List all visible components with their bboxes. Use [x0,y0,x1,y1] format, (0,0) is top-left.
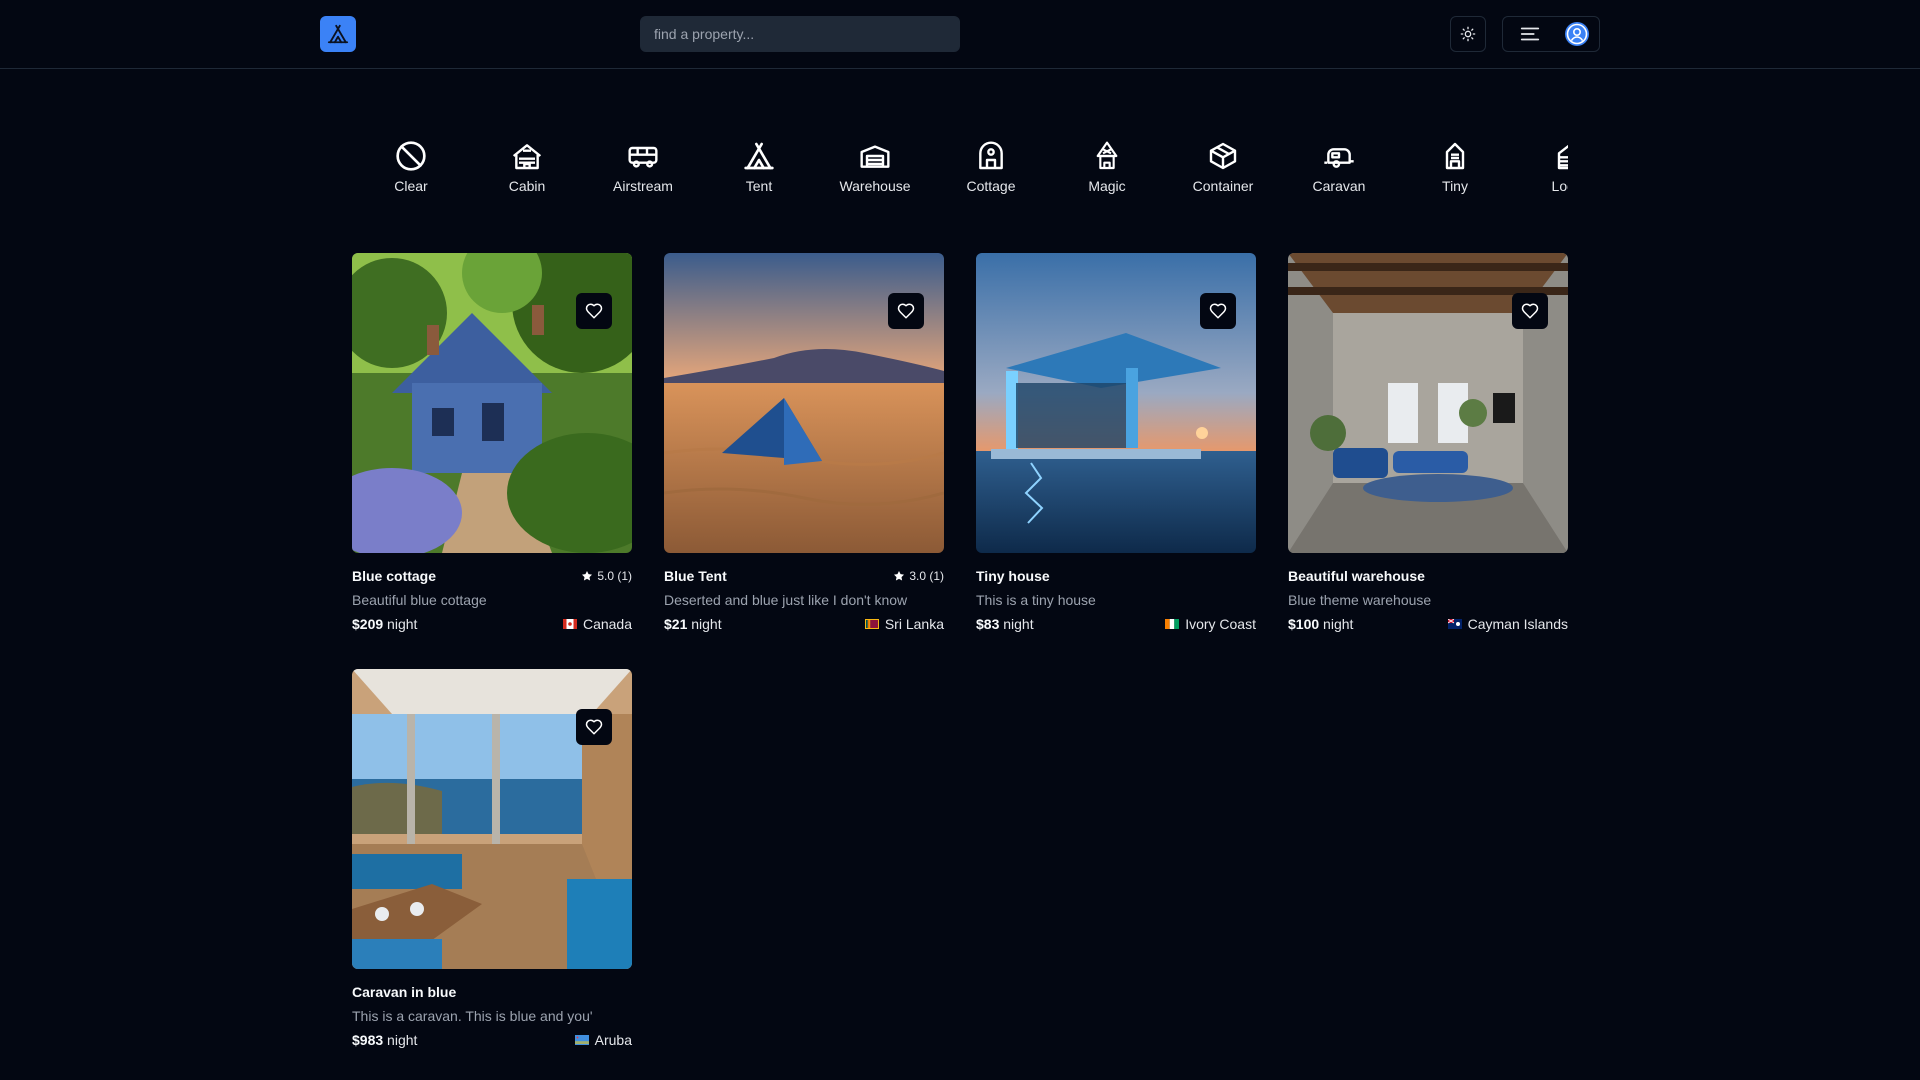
category-cabin[interactable]: Cabin [469,140,585,210]
warehouse-icon [860,145,890,168]
user-menu-button[interactable] [1502,16,1600,52]
category-airstream[interactable]: Airstream [585,140,701,210]
cabin-icon [512,144,542,170]
property-card[interactable]: Blue Tent 3.0 (1) Deserted and blue just… [664,253,944,653]
category-label: Caravan [1312,178,1366,194]
heart-icon [897,303,915,319]
category-container[interactable]: Container [1165,140,1281,210]
theme-toggle-button[interactable] [1450,16,1486,52]
search-input[interactable] [640,16,960,52]
property-country: Cayman Islands [1447,616,1568,632]
property-description: This is a caravan. This is blue and you' [352,1008,593,1024]
property-card[interactable]: Tiny house This is a tiny house $83 nigh… [976,253,1256,653]
category-tent[interactable]: Tent [701,140,817,210]
property-card[interactable]: Beautiful warehouse Blue theme warehouse… [1288,253,1568,653]
category-label: Cabin [508,178,546,194]
category-label: Clear [394,178,428,194]
property-rating: 3.0 (1) [893,569,944,583]
property-description: Deserted and blue just like I don't know [664,592,908,608]
heart-icon [1209,303,1227,319]
star-icon [894,571,905,581]
category-label: Lodge [1551,178,1568,194]
property-title: Tiny house [976,568,1050,584]
aruba-flag-icon [574,1035,589,1045]
property-price: $100 night [1288,616,1354,632]
property-price: $209 night [352,616,418,632]
property-description: Beautiful blue cottage [352,592,487,608]
favorite-button[interactable] [1512,293,1548,329]
category-lodge[interactable]: Lodge [1513,140,1568,210]
property-image[interactable] [352,253,632,553]
user-avatar-icon [1565,22,1589,46]
category-label: Tent [745,178,773,194]
property-card[interactable]: Blue cottage 5.0 (1) Beautiful blue cott… [352,253,632,653]
property-image[interactable] [352,669,632,969]
heart-icon [585,303,603,319]
category-clear[interactable]: Clear [353,140,469,210]
cottage-icon [979,141,1003,170]
property-description: This is a tiny house [976,592,1096,608]
ivory-coast-flag-icon [1165,619,1180,629]
tent-icon [744,142,774,170]
category-label: Warehouse [839,178,911,194]
tent-logo-icon [327,24,349,44]
category-label: Tiny [1442,178,1468,194]
navbar [0,0,1920,69]
favorite-button[interactable] [576,293,612,329]
cayman-islands-flag-icon [1447,619,1462,629]
heart-icon [1521,303,1539,319]
sri-lanka-flag-icon [864,619,879,629]
property-country: Sri Lanka [864,616,944,632]
property-title: Blue cottage [352,568,437,584]
lodge-icon [1557,144,1568,170]
property-description: Blue theme warehouse [1288,592,1432,608]
rating-value: 5.0 (1) [597,569,632,583]
category-cottage[interactable]: Cottage [933,140,1049,210]
property-image[interactable] [664,253,944,553]
ban-icon [396,141,426,171]
magic-icon [1096,141,1118,170]
category-label: Cottage [966,178,1016,194]
property-title: Beautiful warehouse [1288,568,1425,584]
property-rating: 5.0 (1) [581,569,632,583]
property-image[interactable] [976,253,1256,553]
property-country: Canada [562,616,632,632]
category-bar: Clear Cabin Airstream Tent Warehouse Cot… [353,140,1568,210]
property-country: Ivory Coast [1165,616,1256,632]
property-card[interactable]: Caravan in blue This is a caravan. This … [352,669,632,1069]
caravan-icon [1324,148,1354,168]
property-image[interactable] [1288,253,1568,553]
canada-flag-icon [562,619,577,629]
heart-icon [585,719,603,735]
category-magic[interactable]: Magic [1049,140,1165,210]
hamburger-icon [1520,27,1540,41]
property-price: $983 night [352,1032,418,1048]
category-tiny[interactable]: Tiny [1397,140,1513,210]
category-warehouse[interactable]: Warehouse [817,140,933,210]
category-caravan[interactable]: Caravan [1281,140,1397,210]
favorite-button[interactable] [888,293,924,329]
favorite-button[interactable] [576,709,612,745]
property-title: Caravan in blue [352,984,457,1000]
star-icon [582,571,593,581]
bus-icon [628,146,658,168]
favorite-button[interactable] [1200,293,1236,329]
property-title: Blue Tent [664,568,727,584]
tiny-icon [1445,142,1465,170]
category-label: Airstream [613,178,673,194]
rating-value: 3.0 (1) [909,569,944,583]
property-country: Aruba [574,1032,632,1048]
box-icon [1209,142,1237,170]
category-label: Container [1192,178,1254,194]
property-price: $83 night [976,616,1034,632]
sun-icon [1460,26,1476,42]
logo-button[interactable] [320,16,356,52]
property-price: $21 night [664,616,722,632]
category-label: Magic [1088,178,1126,194]
